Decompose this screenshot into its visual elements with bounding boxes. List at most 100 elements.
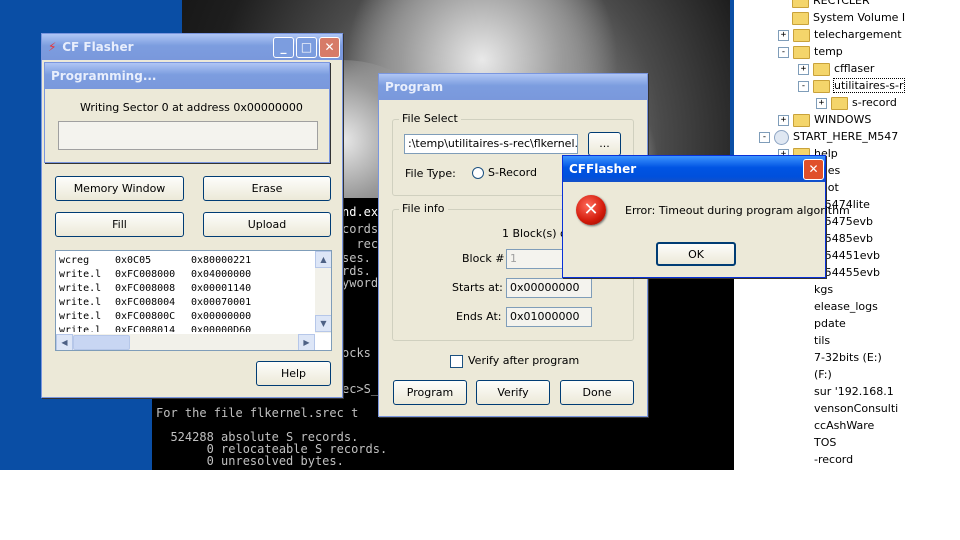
tree-item[interactable]: tils	[814, 332, 830, 349]
tree-item-label: kgs	[814, 283, 834, 296]
tree-item[interactable]: + s-record	[816, 94, 897, 111]
minimize-button[interactable]: _	[273, 37, 294, 58]
tree-item[interactable]: - utilitaires-s-r	[798, 77, 905, 94]
cf-flasher-title: CF Flasher	[62, 40, 134, 54]
scroll-left-button[interactable]: ◀	[56, 334, 73, 350]
browse-button[interactable]: ...	[588, 132, 621, 156]
log-cell: 0x00000000	[191, 311, 252, 322]
error-titlebar[interactable]: CFFlasher	[563, 156, 825, 182]
scroll-right-button[interactable]: ▶	[298, 334, 315, 350]
tree-item[interactable]: (F:)	[814, 366, 832, 383]
programming-dialog: Programming... Writing Sector 0 at addre…	[44, 62, 330, 163]
tree-item-label: utilitaires-s-r	[833, 78, 905, 93]
log-row[interactable]: write.l 0xFC008008 0x00001140	[59, 282, 311, 296]
starts-at-field[interactable]: 0x00000000	[506, 278, 592, 298]
radio-icon	[472, 167, 484, 179]
srecord-radio[interactable]: S-Record	[472, 166, 537, 179]
tree-item[interactable]: sur '192.168.1	[814, 383, 894, 400]
tree-item[interactable]: + telechargement	[778, 26, 902, 43]
tree-item[interactable]: elease_logs	[814, 298, 878, 315]
programming-titlebar[interactable]: Programming...	[45, 63, 329, 89]
maximize-button[interactable]: □	[296, 37, 317, 58]
tree-item-label: TOS	[814, 436, 837, 449]
log-row[interactable]: write.l 0xFC00800C 0x00000000	[59, 310, 311, 324]
tree-item-label: WINDOWS	[814, 113, 872, 126]
log-rows: wcreg 0x0C05 0x80000221 write.l 0xFC008000 0x…	[59, 254, 311, 332]
expand-icon[interactable]: +	[816, 97, 827, 109]
console-line: ocks	[342, 346, 371, 360]
log-row[interactable]: write.l 0xFC008004 0x00070001	[59, 296, 311, 310]
verify-after-checkbox[interactable]: Verify after program	[450, 354, 579, 368]
console-line: For the file flkernel.srec t	[156, 406, 359, 420]
scroll-thumb[interactable]	[73, 335, 130, 350]
log-listbox[interactable]: wcreg 0x0C05 0x80000221 write.l 0xFC008000 0x…	[55, 250, 332, 351]
log-cell: 0xFC00800C	[115, 311, 176, 322]
tree-item-label: telechargement	[814, 28, 902, 41]
log-cell: 0xFC008014	[115, 325, 176, 332]
tree-item[interactable]: TOS	[814, 434, 836, 451]
error-dialog: CFFlasher ✕ ✕ Error: Timeout during prog…	[562, 155, 850, 278]
collapse-icon[interactable]: -	[778, 46, 789, 58]
tree-item[interactable]: RECYCLER	[792, 0, 870, 9]
close-icon: ✕	[808, 162, 819, 176]
ok-button[interactable]: OK	[656, 242, 736, 266]
error-message: Error: Timeout during program algorithm	[625, 204, 850, 217]
vertical-scrollbar[interactable]: ▲ ▼	[315, 251, 331, 333]
file-path-field[interactable]: :\temp\utilitaires-s-rec\flkernel.bin	[404, 134, 578, 154]
tree-item[interactable]: kgs	[814, 281, 833, 298]
program-button[interactable]: Program	[393, 380, 467, 405]
log-row[interactable]: write.l 0xFC008000 0x04000000	[59, 268, 311, 282]
log-cell: 0x04000000	[191, 269, 252, 280]
tree-item[interactable]: - temp	[778, 43, 843, 60]
tree-item[interactable]: + cfflaser	[798, 60, 874, 77]
close-button[interactable]: ✕	[319, 37, 340, 58]
horizontal-scrollbar[interactable]: ◀ ▶	[56, 334, 315, 350]
tree-item[interactable]: ccAshWare	[814, 417, 874, 434]
collapse-icon[interactable]: -	[759, 131, 770, 143]
tree-item[interactable]: - START_HERE_M547	[759, 128, 898, 145]
tree-item-label: cfflaser	[834, 62, 875, 75]
log-row[interactable]: wcreg 0x0C05 0x80000221	[59, 254, 311, 268]
tree-item-label: (F:)	[814, 368, 832, 381]
app-icon: ⚡	[48, 40, 57, 54]
scroll-down-button[interactable]: ▼	[315, 315, 331, 332]
folder-icon	[793, 28, 810, 42]
log-cell: 0xFC008000	[115, 269, 176, 280]
error-close-button[interactable]: ✕	[803, 159, 824, 180]
log-cell: write.l	[59, 311, 102, 322]
log-row[interactable]: write.l 0xFC008014 0x00000D60	[59, 324, 311, 332]
verify-button[interactable]: Verify	[476, 380, 550, 405]
fill-button[interactable]: Fill	[55, 212, 184, 237]
expand-icon[interactable]: +	[798, 63, 809, 75]
scroll-up-button[interactable]: ▲	[315, 251, 331, 268]
error-title: CFFlasher	[569, 162, 637, 176]
tree-item[interactable]: -record	[814, 451, 853, 468]
upload-button[interactable]: Upload	[203, 212, 331, 237]
memory-window-button[interactable]: Memory Window	[55, 176, 184, 201]
done-button[interactable]: Done	[560, 380, 634, 405]
tree-item[interactable]: + WINDOWS	[778, 111, 871, 128]
verify-after-label: Verify after program	[468, 354, 580, 367]
erase-button[interactable]: Erase	[203, 176, 331, 201]
tree-item-label: ccAshWare	[814, 419, 875, 432]
expand-icon[interactable]: +	[778, 114, 789, 126]
help-button[interactable]: Help	[256, 361, 331, 386]
console-line: ec>S_	[342, 382, 379, 396]
log-cell: 0x80000221	[191, 255, 252, 266]
collapse-icon[interactable]: -	[798, 80, 809, 92]
ends-at-label: Ends At:	[456, 310, 502, 323]
ends-at-field[interactable]: 0x01000000	[506, 307, 592, 327]
console-line: yword	[342, 276, 379, 290]
log-cell: wcreg	[59, 255, 90, 266]
folder-icon	[792, 11, 809, 25]
console-line: 0 unresolved bytes.	[156, 454, 344, 468]
tree-item[interactable]: 7-32bits (E:)	[814, 349, 882, 366]
program-titlebar[interactable]: Program	[379, 74, 647, 100]
expand-icon[interactable]: +	[778, 29, 789, 41]
tree-item-label: RECYCLER	[813, 0, 870, 7]
tree-item-label: elease_logs	[814, 300, 878, 313]
tree-item[interactable]: vensonConsulti	[814, 400, 898, 417]
tree-item[interactable]: pdate	[814, 315, 846, 332]
block-num-field[interactable]: 1	[506, 249, 566, 269]
tree-item[interactable]: System Volume I	[792, 9, 905, 26]
